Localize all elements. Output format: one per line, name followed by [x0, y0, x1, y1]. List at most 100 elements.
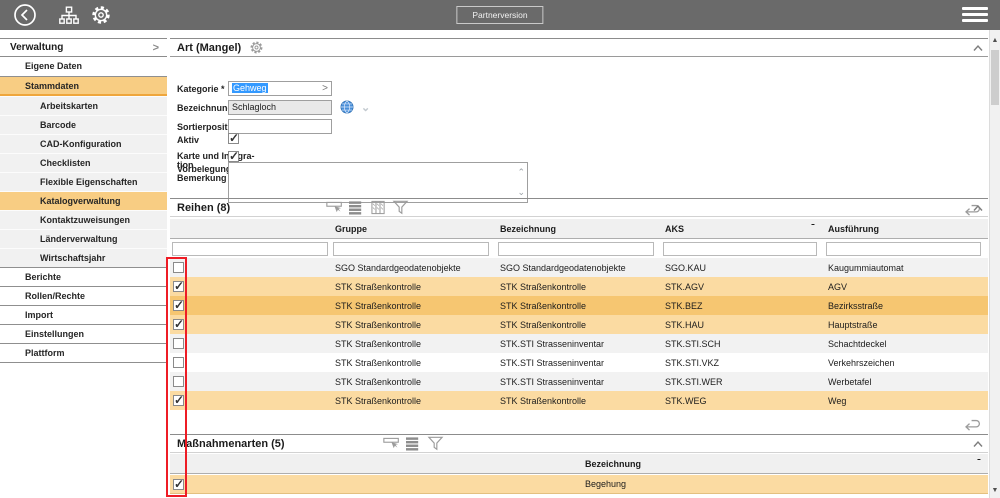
main-panel: Art (Mangel) Kategorie * Gehweg > Bezeic…	[170, 38, 988, 498]
scrollbar-thumb[interactable]	[991, 50, 999, 105]
column-header-bezeichnung[interactable]: Bezeichnung	[498, 224, 663, 234]
list-view-icon[interactable]	[348, 200, 365, 215]
cell-ausfuehrung: Kaugummiautomat	[826, 263, 988, 273]
reihen-table-body: SGO Standardgeodatenobjekte SGO Standard…	[170, 258, 988, 410]
menu-hamburger-icon[interactable]	[962, 7, 988, 23]
cell-ausfuehrung: Bezirksstraße	[826, 301, 988, 311]
sidebar-item-stammdaten[interactable]: Stammdaten	[0, 76, 167, 96]
cell-bezeichnung: STK Straßenkontrolle	[498, 320, 663, 330]
table-row[interactable]: Begehung	[170, 475, 988, 494]
cell-bezeichnung: STK Straßenkontrolle	[498, 282, 663, 292]
massnahmen-title: Maßnahmenarten (5)	[177, 438, 285, 450]
bezeichnung-input[interactable]: Schlagloch	[228, 100, 332, 115]
scrollbar-up-icon[interactable]: ▲	[990, 37, 1000, 44]
filter-input-ausfuehrung[interactable]	[826, 242, 981, 256]
textarea-scroll-down-icon[interactable]: ⌄	[517, 187, 525, 198]
bezeichnung-dropdown-icon[interactable]: ⌄	[361, 101, 370, 114]
aktiv-checkbox[interactable]	[228, 133, 239, 144]
sidebar-item-rollen-rechte[interactable]: Rollen/Rechte	[0, 286, 167, 305]
filter-input-col0[interactable]	[172, 242, 328, 256]
filter-input-aks[interactable]	[663, 242, 817, 256]
cell-bezeichnung: Begehung	[583, 479, 988, 489]
column-config-icon[interactable]	[370, 200, 387, 215]
cell-aks: STK.AGV	[663, 282, 826, 292]
filter-icon[interactable]	[427, 436, 444, 451]
cell-aks: STK.STI.WER	[663, 377, 826, 387]
kategorie-chevron-icon[interactable]: >	[322, 82, 328, 95]
org-chart-icon[interactable]	[58, 5, 80, 26]
sidebar-item-katalogverwaltung[interactable]: Katalogverwaltung	[0, 191, 167, 210]
detail-form: Kategorie * Gehweg > Bezeichnung * Schla…	[170, 58, 988, 198]
column-header-aks[interactable]: AKS ▲	[663, 224, 826, 234]
row-checkbox[interactable]	[173, 262, 184, 273]
undo-icon[interactable]	[963, 419, 982, 432]
row-checkbox[interactable]	[173, 281, 184, 292]
kategorie-input[interactable]: Gehweg >	[228, 81, 332, 96]
table-row[interactable]: STK Straßenkontrolle STK.STI Strasseninv…	[170, 334, 988, 353]
row-checkbox[interactable]	[173, 338, 184, 349]
row-checkbox[interactable]	[173, 300, 184, 311]
sort-ascending-icon: ▲	[976, 459, 982, 466]
textarea-scroll-up-icon[interactable]: ⌃	[517, 167, 525, 178]
collapse-reihen-icon[interactable]	[972, 204, 984, 212]
sidebar-item-cad-konfiguration[interactable]: CAD-Konfiguration	[0, 134, 167, 153]
cell-bezeichnung: STK.STI Strasseninventar	[498, 358, 663, 368]
collapse-massnahmen-icon[interactable]	[972, 440, 984, 448]
cell-gruppe: STK Straßenkontrolle	[333, 339, 498, 349]
sidebar-item-einstellungen[interactable]: Einstellungen	[0, 324, 167, 343]
row-checkbox[interactable]	[173, 395, 184, 406]
sortierposition-input[interactable]	[228, 119, 332, 134]
vorbelegung-label-line2: Bemerkung	[177, 173, 227, 183]
sidebar-item-barcode[interactable]: Barcode	[0, 115, 167, 134]
table-row[interactable]: STK Straßenkontrolle STK.STI Strasseninv…	[170, 372, 988, 391]
cell-ausfuehrung: AGV	[826, 282, 988, 292]
partnerversion-button[interactable]: Partnerversion	[456, 6, 543, 24]
select-rows-icon[interactable]	[326, 200, 343, 215]
back-icon[interactable]	[13, 3, 37, 27]
table-row[interactable]: STK Straßenkontrolle STK Straßenkontroll…	[170, 277, 988, 296]
vertical-scrollbar[interactable]: ▲ ▼	[989, 30, 1000, 498]
table-row[interactable]: STK Straßenkontrolle STK Straßenkontroll…	[170, 391, 988, 410]
row-checkbox[interactable]	[173, 479, 184, 490]
sidebar-item-laenderverwaltung[interactable]: Länderverwaltung	[0, 229, 167, 248]
table-row[interactable]: SGO Standardgeodatenobjekte SGO Standard…	[170, 258, 988, 277]
globe-translate-icon[interactable]	[340, 100, 354, 114]
row-checkbox[interactable]	[173, 357, 184, 368]
sidebar-item-kontaktzuweisungen[interactable]: Kontaktzuweisungen	[0, 210, 167, 229]
reihen-header-row: Gruppe Bezeichnung AKS ▲ Ausführung	[170, 219, 988, 239]
sidebar-item-import[interactable]: Import	[0, 305, 167, 324]
detail-section-header: Art (Mangel)	[170, 38, 988, 57]
sidebar-item-berichte[interactable]: Berichte	[0, 267, 167, 286]
scrollbar-down-icon[interactable]: ▼	[990, 487, 1000, 494]
row-checkbox[interactable]	[173, 376, 184, 387]
sidebar-item-flexible-eigenschaften[interactable]: Flexible Eigenschaften	[0, 172, 167, 191]
table-row[interactable]: STK Straßenkontrolle STK Straßenkontroll…	[170, 315, 988, 334]
column-header-gruppe[interactable]: Gruppe	[333, 224, 498, 234]
sidebar-item-plattform[interactable]: Plattform	[0, 343, 167, 362]
cell-ausfuehrung: Schachtdeckel	[826, 339, 988, 349]
column-header-bezeichnung[interactable]: Bezeichnung ▲	[583, 459, 988, 469]
sidebar-item-checklisten[interactable]: Checklisten	[0, 153, 167, 172]
collapse-detail-icon[interactable]	[972, 44, 984, 52]
kategorie-value: Gehweg	[232, 83, 268, 93]
table-row[interactable]: STK Straßenkontrolle STK.STI Strasseninv…	[170, 353, 988, 372]
vorbelegung-textarea[interactable]: ⌃ ⌄	[228, 162, 528, 203]
detail-settings-gear-icon[interactable]	[249, 40, 264, 55]
filter-input-gruppe[interactable]	[333, 242, 489, 256]
column-header-ausfuehrung[interactable]: Ausführung	[826, 224, 988, 234]
filter-input-bezeichnung[interactable]	[498, 242, 654, 256]
chevron-right-icon[interactable]: >	[153, 42, 159, 54]
sidebar-header[interactable]: Verwaltung >	[0, 38, 167, 57]
top-bar: Partnerversion	[0, 0, 1000, 30]
settings-gear-icon[interactable]	[90, 4, 112, 26]
cell-ausfuehrung: Verkehrszeichen	[826, 358, 988, 368]
select-rows-icon[interactable]	[383, 436, 400, 451]
sidebar-item-arbeitskarten[interactable]: Arbeitskarten	[0, 96, 167, 115]
list-view-icon[interactable]	[405, 436, 422, 451]
row-checkbox[interactable]	[173, 319, 184, 330]
sidebar-item-eigene-daten[interactable]: Eigene Daten	[0, 57, 167, 76]
karte-checkbox[interactable]	[228, 151, 239, 162]
filter-icon[interactable]	[392, 200, 409, 215]
sidebar-item-wirtschaftsjahr[interactable]: Wirtschaftsjahr	[0, 248, 167, 267]
table-row[interactable]: STK Straßenkontrolle STK Straßenkontroll…	[170, 296, 988, 315]
